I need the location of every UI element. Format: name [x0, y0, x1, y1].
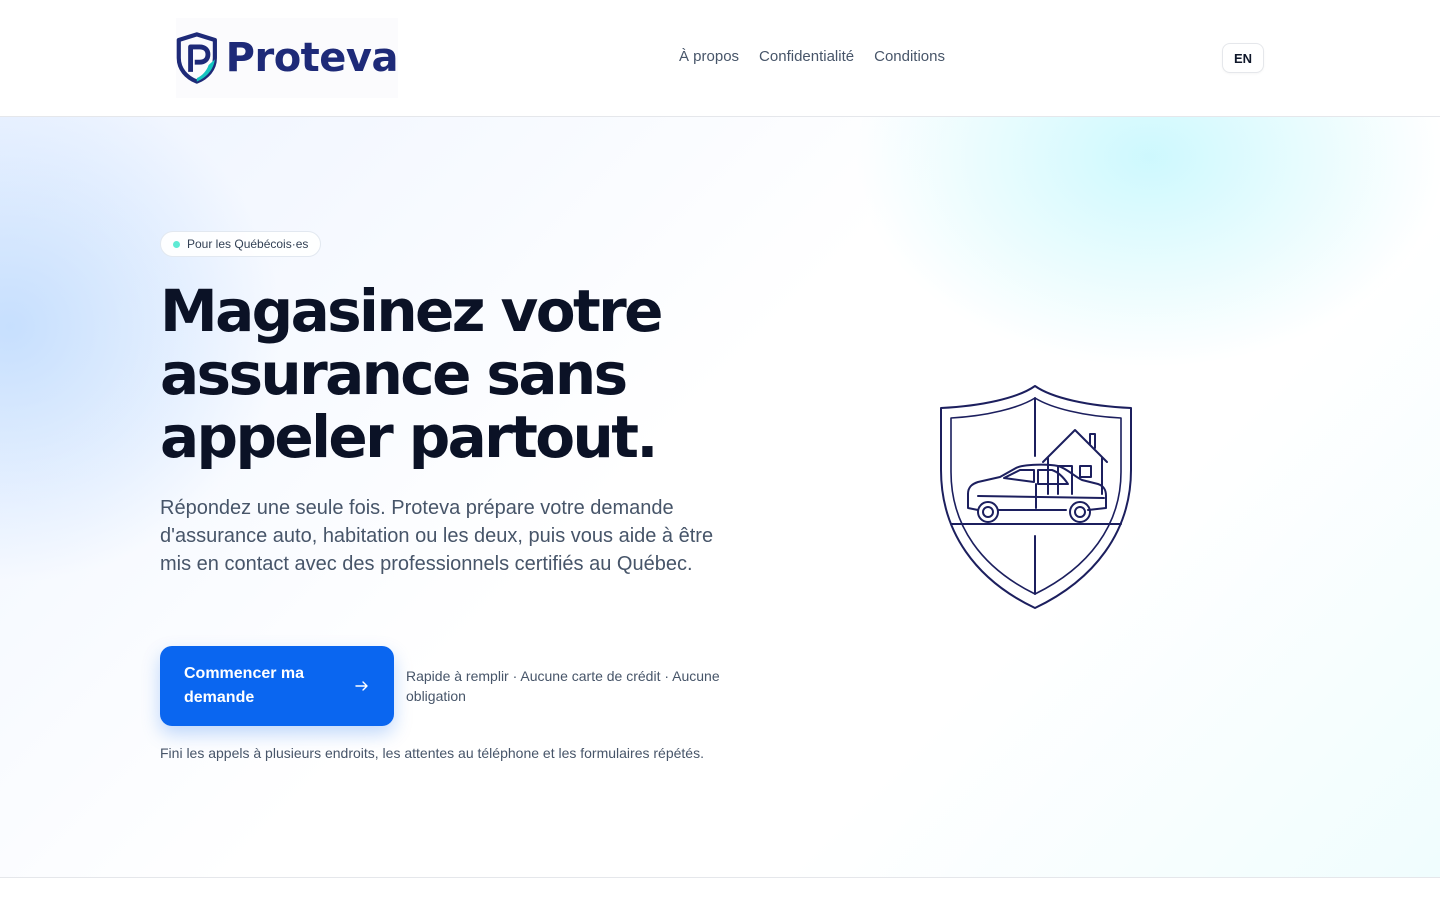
- cta-benefits-note: Rapide à remplir · Aucune carte de crédi…: [406, 668, 720, 704]
- shield-car-house-illustration: [940, 385, 1132, 609]
- brand-name: Proteva: [225, 35, 399, 81]
- start-request-button-label: Commencer ma demande: [184, 665, 305, 706]
- nav-link-terms[interactable]: Conditions: [874, 48, 945, 65]
- site-header: Proteva À propos Confidentialité Conditi…: [0, 0, 1440, 117]
- main-nav: À propos Confidentialité Conditions: [679, 48, 945, 65]
- hero-footnote: Fini les appels à plusieurs endroits, le…: [160, 745, 704, 761]
- hero-title: Magasinez votre assurance sans appeler p…: [160, 277, 663, 471]
- badge-dot-icon: [173, 241, 180, 248]
- proteva-logo[interactable]: Proteva: [176, 18, 399, 98]
- arrow-right-icon: [355, 681, 368, 691]
- language-toggle-button[interactable]: EN: [1222, 43, 1264, 73]
- nav-link-about[interactable]: À propos: [679, 48, 739, 65]
- shield-p-logo-icon: [176, 32, 217, 84]
- section-divider: [0, 877, 1440, 878]
- nav-link-privacy[interactable]: Confidentialité: [759, 48, 854, 65]
- audience-badge-label: Pour les Québécois·es: [187, 237, 309, 251]
- hero-subtitle: Répondez une seule fois. Proteva prépare…: [160, 497, 714, 575]
- audience-badge: Pour les Québécois·es: [160, 231, 322, 257]
